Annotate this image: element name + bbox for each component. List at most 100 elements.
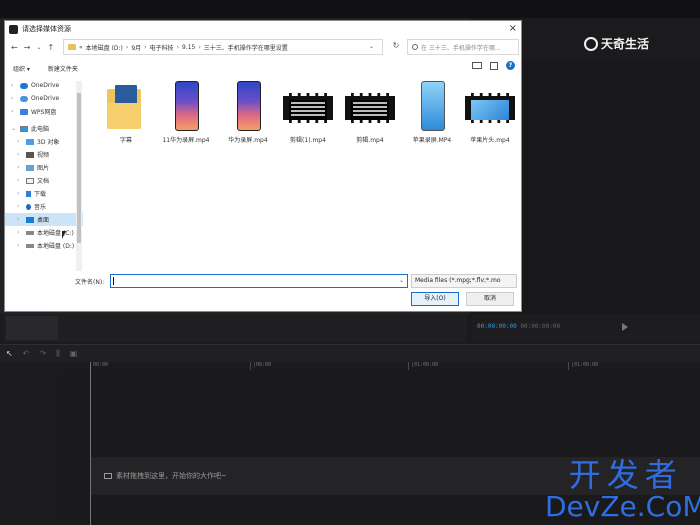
file-item-video[interactable]: 苹果录屏.MP4 [401,81,463,144]
search-icon [412,44,418,50]
drive-icon [26,230,34,235]
address-bar[interactable]: « 本地磁盘 (D:) › 9月 › 电子科技 › 9.15 › 三十三、手机操作学在哪… [63,39,383,55]
watermark-en: DevZe.CoM [545,490,700,523]
filetype-select[interactable]: Media files (*.mpg;*.flv;*.mo [411,274,517,288]
file-item-video[interactable]: 苹果片头.mp4 [459,81,521,144]
filename-dropdown-icon[interactable]: ⌄ [399,277,404,284]
play-icon[interactable] [622,323,628,331]
breadcrumb-item[interactable]: 电子科技 [150,43,174,52]
preview-pane-icon[interactable] [490,61,498,70]
split-icon[interactable]: ⫼ [56,349,60,359]
video-icon [26,151,34,158]
organize-button[interactable]: 组织 ▾ [13,64,30,73]
refresh-icon[interactable]: ↻ [389,41,403,55]
nav-item-documents[interactable]: › 文档 [5,174,83,187]
watermark: 开发者 DevZe.CoM [545,458,700,522]
video-thumbnail [237,81,261,131]
filename-label: 文件名(N): [75,279,105,286]
open-file-dialog: 请选择媒体资源 × ← → ⌄ ↑ « 本地磁盘 (D:) › 9月 › 电子科技 ›… [4,20,522,312]
video-thumbnail [175,81,199,131]
dialog-title: 请选择媒体资源 [22,25,71,33]
desktop-icon [26,216,34,223]
up-arrow-icon[interactable]: ↑ [47,43,54,52]
download-icon [26,190,31,197]
view-controls: ? [472,61,515,70]
film-thumbnail [345,93,395,123]
search-box[interactable]: 在 三十三、手机操作学在哪... [407,39,519,55]
track-hint-text: 素材拖拽到这里，开始你的大作吧~ [116,472,227,480]
breadcrumb-item[interactable]: 本地磁盘 (D:) [86,43,123,52]
nav-item-onedrive[interactable]: › OneDrive [5,79,83,92]
nav-item-drive-d[interactable]: › 本地磁盘 (D:) [5,239,83,252]
ruler-tick: |01:00:00 [408,362,438,370]
watermark-cn: 开发者 [568,456,683,494]
nav-item-wps[interactable]: › WPS网盘 [5,105,83,118]
file-item-video[interactable]: 剪辑(1).mp4 [277,81,339,144]
recent-chevron-icon[interactable]: ⌄ [36,44,41,51]
nav-scrollbar-thumb[interactable] [77,93,81,243]
nav-item-music[interactable]: › 音乐 [5,200,83,213]
timeline-ruler[interactable]: 00:00 |00:00 |01:00:00 |01:00:00 [60,362,700,372]
nav-scrollbar[interactable] [76,81,82,271]
dialog-toolbar: 组织 ▾ 新建文件夹 [5,59,521,77]
site-logo: 天奇生活 [584,35,649,52]
undo-icon[interactable]: ↶ [23,349,30,358]
media-tab[interactable] [6,316,58,340]
objects-3d-icon [26,138,34,145]
nav-item-drive-c[interactable]: › 本地磁盘 (C:) [5,226,83,239]
mouse-cursor-icon [62,231,66,239]
view-mode-icon[interactable] [472,62,482,69]
nav-item-downloads[interactable]: › 下载 [5,187,83,200]
folder-icon [68,44,76,50]
ruler-tick: |00:00 [250,362,271,370]
filename-input[interactable]: ⌄ [110,274,408,288]
timeline-toolbar: ↖ ↶ ↷ ⫼ ▣ [0,344,700,362]
film-thumbnail [283,93,333,123]
ruler-tick: |01:00:00 [568,362,598,370]
pc-icon [20,125,28,132]
nav-item-pictures[interactable]: › 图片 [5,161,83,174]
forward-arrow-icon[interactable]: → [24,43,31,52]
file-item-video[interactable]: 11华为录屏.mp4 [155,81,217,144]
address-dropdown-icon[interactable]: ⌄ [369,43,374,50]
logo-icon [584,36,598,51]
music-icon [26,203,31,210]
media-panel-footer [3,314,467,342]
file-item-video[interactable]: 华为录屏.mp4 [217,81,279,144]
video-thumbnail [421,81,445,131]
app-icon [9,24,18,34]
playhead[interactable] [90,362,91,525]
nav-item-desktop[interactable]: › 桌面 [5,213,83,226]
film-icon [104,473,112,479]
file-item-video[interactable]: 剪辑.mp4 [339,81,401,144]
picture-icon [26,164,34,171]
breadcrumb-item[interactable]: 9.15 [182,44,195,51]
breadcrumb-item[interactable]: 三十三、手机操作学在哪里设置 [204,43,288,52]
back-arrow-icon[interactable]: ← [11,43,18,52]
select-tool-icon[interactable]: ↖ [6,349,13,358]
breadcrumb-overflow[interactable]: « [79,44,83,51]
wps-icon [20,108,28,115]
breadcrumb-item[interactable]: 9月 [131,43,141,52]
file-list: 字幕 11华为录屏.mp4 华为录屏.mp4 剪辑(1).mp4 剪辑.mp4 … [85,81,521,271]
track-hint: 素材拖拽到这里，开始你的大作吧~ [104,471,227,481]
cloud-icon [20,82,28,89]
open-button[interactable]: 导入(O) [411,292,459,306]
search-placeholder: 在 三十三、手机操作学在哪... [421,44,501,52]
delete-icon[interactable]: ▣ [70,349,78,358]
dialog-titlebar: 请选择媒体资源 [5,21,521,37]
redo-icon[interactable]: ↷ [39,349,46,358]
close-icon[interactable]: × [509,23,517,34]
preview-controls: 00:00:00:00 00:00:00:00 [472,314,700,342]
help-icon[interactable]: ? [506,61,515,70]
nav-item-this-pc[interactable]: ⌄ 此电脑 [5,122,83,135]
app-topbar [0,0,700,18]
new-folder-button[interactable]: 新建文件夹 [48,64,78,73]
nav-item-onedrive-2[interactable]: › OneDrive [5,92,83,105]
preview-time: 00:00:00:00 00:00:00:00 [477,323,561,330]
nav-item-3d-objects[interactable]: › 3D 对象 [5,135,83,148]
cancel-button[interactable]: 取消 [466,292,514,306]
file-item-folder[interactable]: 字幕 [95,81,157,144]
nav-item-videos[interactable]: › 视频 [5,148,83,161]
ruler-tick: 00:00 [90,362,108,370]
